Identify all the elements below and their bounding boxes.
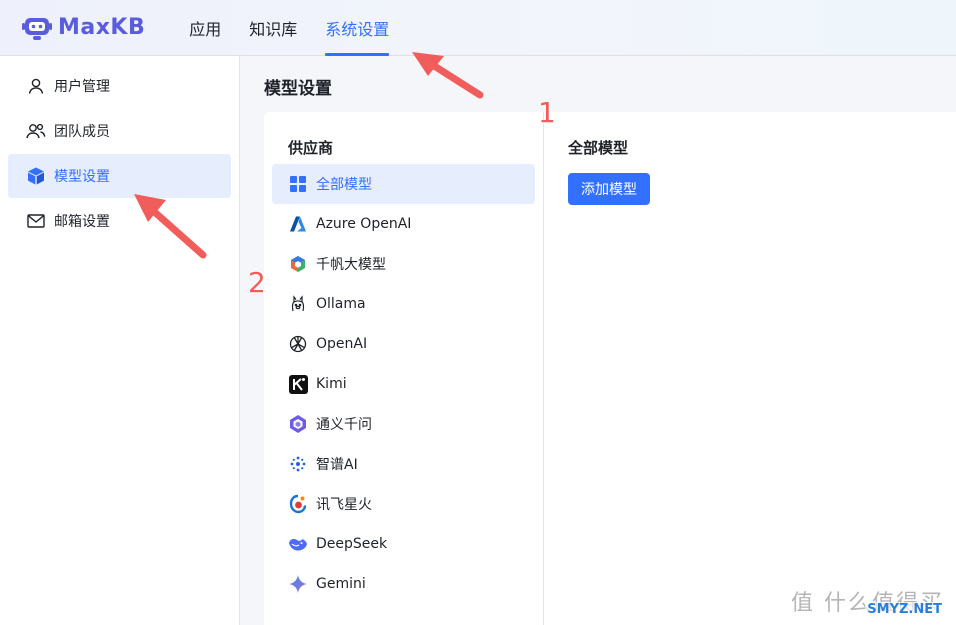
logo[interactable]: MaxKB [22, 14, 145, 42]
provider-item-tongyi[interactable]: 通义千问 [272, 404, 535, 444]
provider-item-zhipu[interactable]: 智谱AI [272, 444, 535, 484]
sidebar-item-email[interactable]: 邮箱设置 [8, 199, 231, 243]
provider-item-deepseek[interactable]: DeepSeek [272, 524, 535, 564]
provider-item-xunfei[interactable]: 讯飞星火 [272, 484, 535, 524]
gemini-icon [288, 574, 308, 594]
nav-tab-label: 系统设置 [325, 19, 390, 39]
mail-icon [26, 211, 46, 231]
provider-label: 千帆大模型 [316, 257, 386, 273]
page-title: 模型设置 [264, 79, 332, 99]
provider-label: 智谱AI [316, 457, 358, 473]
provider-list: 全部模型 Azure OpenAI 千帆大模型 Ollama OpenAI Ki… [272, 164, 535, 604]
top-nav: 应用 知识库 系统设置 [189, 0, 417, 56]
nav-tab-apps[interactable]: 应用 [189, 0, 221, 56]
sidebar-item-team[interactable]: 团队成员 [8, 109, 231, 153]
provider-label: Kimi [316, 376, 347, 392]
azure-icon [288, 214, 308, 234]
provider-label: DeepSeek [316, 536, 388, 552]
kimi-icon [288, 374, 308, 394]
nav-tab-knowledge[interactable]: 知识库 [249, 0, 297, 56]
grid-icon [288, 174, 308, 194]
nav-tab-label: 应用 [189, 19, 222, 39]
ollama-icon [288, 294, 308, 314]
provider-label: Azure OpenAI [316, 216, 412, 232]
provider-label: Ollama [316, 296, 366, 312]
app-name: MaxKB [58, 15, 146, 40]
sidebar-item-label: 团队成员 [54, 124, 110, 140]
top-header: MaxKB 应用 知识库 系统设置 [0, 0, 956, 56]
openai-icon [288, 334, 308, 354]
model-settings-card: 供应商 全部模型 Azure OpenAI 千帆大模型 Ollama OpenA… [264, 112, 956, 625]
provider-item-qianfan[interactable]: 千帆大模型 [272, 244, 535, 284]
tongyi-icon [288, 414, 308, 434]
sidebar-item-model-settings[interactable]: 模型设置 [8, 154, 231, 198]
sidebar-item-label: 邮箱设置 [54, 214, 110, 230]
provider-item-ollama[interactable]: Ollama [272, 284, 535, 324]
deepseek-icon [288, 534, 308, 554]
watermark: 值 什么值得买 SMYZ.NET [791, 585, 944, 617]
provider-label: Gemini [316, 576, 366, 592]
zhipu-icon [288, 454, 308, 474]
provider-item-gemini[interactable]: Gemini [272, 564, 535, 604]
annotation-number-1: 1 [538, 96, 556, 129]
user-icon [26, 76, 46, 96]
provider-item-openai[interactable]: OpenAI [272, 324, 535, 364]
provider-item-all[interactable]: 全部模型 [272, 164, 535, 204]
sidebar-item-label: 模型设置 [54, 169, 110, 185]
models-section-title: 全部模型 [568, 139, 629, 157]
provider-label: 讯飞星火 [316, 497, 372, 513]
arrow-to-settings-tab [412, 52, 484, 99]
cube-icon [26, 166, 46, 186]
nav-tab-label: 知识库 [249, 19, 298, 39]
provider-panel: 供应商 全部模型 Azure OpenAI 千帆大模型 Ollama OpenA… [264, 112, 544, 625]
nav-tab-settings[interactable]: 系统设置 [325, 0, 390, 56]
sidebar: 用户管理 团队成员 模型设置 邮箱设置 [0, 56, 240, 625]
provider-item-kimi[interactable]: Kimi [272, 364, 535, 404]
provider-title: 供应商 [288, 139, 334, 157]
watermark-site: SMYZ.NET [865, 602, 944, 617]
team-icon [26, 121, 46, 141]
sidebar-item-label: 用户管理 [54, 79, 110, 95]
sidebar-item-users[interactable]: 用户管理 [8, 64, 231, 108]
annotation-number-2: 2 [248, 266, 266, 299]
add-model-button[interactable]: 添加模型 [568, 173, 650, 205]
xunfei-icon [288, 494, 308, 514]
robot-logo-icon [22, 17, 52, 40]
provider-label: 全部模型 [316, 177, 372, 193]
provider-label: OpenAI [316, 336, 368, 352]
provider-label: 通义千问 [316, 417, 372, 433]
provider-item-azure[interactable]: Azure OpenAI [272, 204, 535, 244]
qianfan-icon [288, 254, 308, 274]
